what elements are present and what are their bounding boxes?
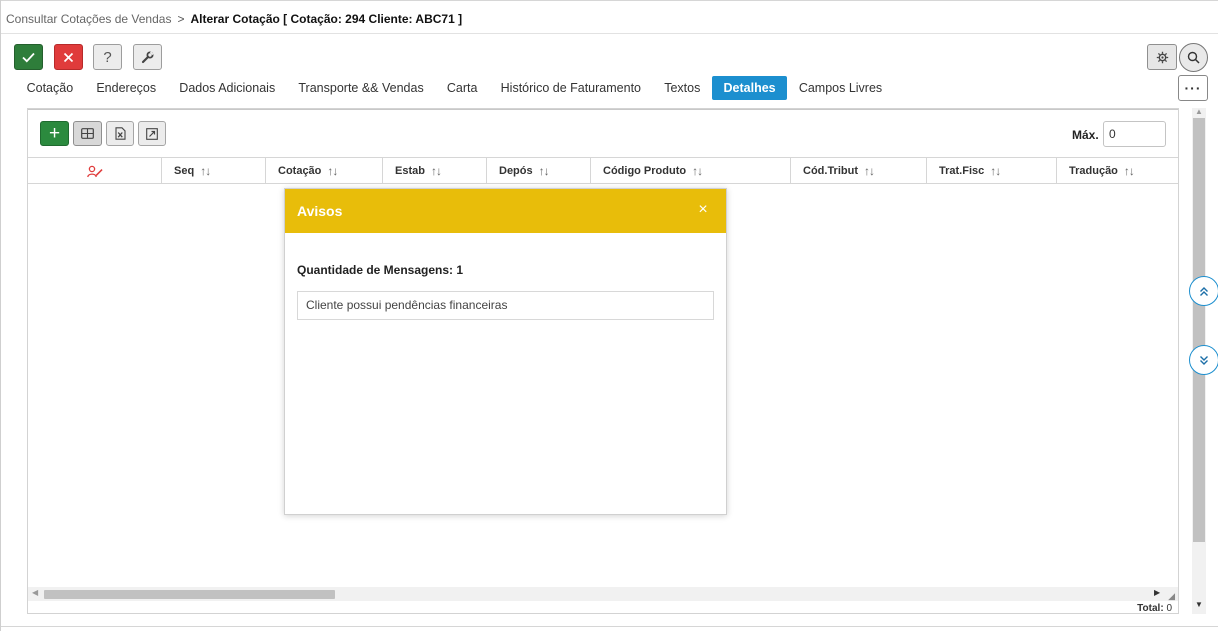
sort-icon[interactable]: ↑↓ — [692, 164, 703, 178]
total-label: Total: — [1137, 603, 1164, 614]
dialog-title: Avisos — [297, 203, 343, 219]
column-label: Depós — [499, 165, 533, 177]
max-rows-input[interactable]: 0 — [1103, 121, 1166, 147]
check-icon — [22, 52, 35, 62]
column-header-codigo-produto[interactable]: Código Produto ↑↓ — [590, 158, 790, 184]
close-icon[interactable]: × — [696, 201, 710, 219]
column-header-depos[interactable]: Depós ↑↓ — [486, 158, 590, 184]
user-edit-column-header[interactable] — [28, 158, 161, 184]
sort-icon[interactable]: ↑↓ — [431, 164, 442, 178]
confirm-button[interactable] — [14, 44, 43, 70]
horizontal-scroll-thumb[interactable] — [44, 590, 335, 599]
tools-button[interactable] — [133, 44, 162, 70]
scroll-to-bottom-button[interactable] — [1189, 345, 1218, 375]
gear-icon — [1156, 51, 1168, 63]
horizontal-scrollbar[interactable]: ◀ ▶ — [28, 587, 1178, 601]
grid-header-row: Seq ↑↓ Cotação ↑↓ Estab ↑↓ Depós ↑↓ Código P… — [28, 157, 1178, 184]
column-header-estab[interactable]: Estab ↑↓ — [382, 158, 486, 184]
grid-layout-button[interactable] — [73, 121, 102, 146]
search-icon — [1187, 51, 1200, 64]
add-row-button[interactable]: + — [40, 121, 69, 146]
tab-cotacao[interactable]: Cotação — [15, 76, 85, 100]
column-label: Trat.Fisc — [939, 165, 985, 177]
ellipsis-icon: ··· — [1184, 80, 1202, 96]
tab-bar: Cotação Endereços Dados Adicionais Trans… — [15, 76, 894, 100]
question-icon: ? — [103, 48, 112, 66]
breadcrumb: Consultar Cotações de Vendas > Alterar Cot… — [6, 12, 462, 26]
plus-icon: + — [48, 122, 61, 144]
column-label: Estab — [395, 165, 425, 177]
wrench-icon — [141, 50, 154, 63]
scroll-down-arrow[interactable]: ▼ — [1195, 600, 1203, 609]
dialog-header: Avisos × — [285, 189, 726, 233]
search-button[interactable] — [1179, 43, 1208, 72]
sort-icon[interactable]: ↑↓ — [864, 164, 875, 178]
top-border — [1, 0, 1218, 1]
sort-icon[interactable]: ↑↓ — [1124, 164, 1135, 178]
settings-button[interactable] — [1147, 44, 1177, 70]
close-icon — [63, 52, 74, 62]
message-count: Quantidade de Mensagens: 1 — [297, 263, 464, 277]
tab-historico-faturamento[interactable]: Histórico de Faturamento — [489, 76, 653, 100]
resize-grip[interactable]: ◢ — [1168, 591, 1175, 602]
scroll-to-top-button[interactable] — [1189, 276, 1218, 306]
breadcrumb-separator: > — [177, 12, 185, 26]
grid-icon — [81, 128, 94, 139]
column-label: Tradução — [1069, 165, 1118, 177]
vertical-scroll-thumb[interactable] — [1193, 118, 1205, 542]
column-label: Cód.Tribut — [803, 165, 858, 177]
tab-dados-adicionais[interactable]: Dados Adicionais — [168, 76, 287, 100]
total-count: Total: 0 — [1137, 603, 1172, 614]
column-header-trat-fisc[interactable]: Trat.Fisc ↑↓ — [926, 158, 1056, 184]
panel-top-border — [28, 109, 1178, 110]
breadcrumb-parent-link[interactable]: Consultar Cotações de Vendas — [6, 12, 171, 26]
total-value: 0 — [1166, 603, 1172, 614]
tab-campos-livres[interactable]: Campos Livres — [787, 76, 894, 100]
column-header-cotacao[interactable]: Cotação ↑↓ — [265, 158, 382, 184]
max-rows-label: Máx. — [1072, 128, 1099, 142]
tab-textos[interactable]: Textos — [653, 76, 712, 100]
column-label: Cotação — [278, 165, 322, 177]
user-edit-icon — [86, 165, 103, 177]
double-chevron-up-icon — [1200, 286, 1208, 296]
warnings-dialog: Avisos × Quantidade de Mensagens: 1 Clie… — [284, 188, 727, 515]
expand-grid-button[interactable] — [138, 121, 166, 146]
scroll-left-arrow[interactable]: ◀ — [32, 588, 38, 597]
help-button[interactable]: ? — [93, 44, 122, 70]
column-header-traducao[interactable]: Tradução ↑↓ — [1056, 158, 1178, 184]
sort-icon[interactable]: ↑↓ — [539, 164, 550, 178]
tab-carta[interactable]: Carta — [435, 76, 489, 100]
export-excel-button[interactable] — [106, 121, 134, 146]
tab-detalhes[interactable]: Detalhes — [711, 76, 788, 100]
column-header-seq[interactable]: Seq ↑↓ — [161, 158, 265, 184]
excel-icon — [114, 127, 126, 140]
app-window: Consultar Cotações de Vendas > Alterar Cot… — [0, 0, 1218, 631]
tab-enderecos[interactable]: Endereços — [85, 76, 168, 100]
more-options-button[interactable]: ··· — [1178, 75, 1208, 101]
message-item: Cliente possui pendências financeiras — [297, 291, 714, 320]
column-label: Seq — [174, 165, 195, 177]
sort-icon[interactable]: ↑↓ — [200, 164, 211, 178]
double-chevron-down-icon — [1200, 355, 1208, 365]
column-header-cod-tribut[interactable]: Cód.Tribut ↑↓ — [790, 158, 926, 184]
sort-icon[interactable]: ↑↓ — [327, 164, 338, 178]
bottom-border — [1, 626, 1218, 627]
column-label: Código Produto — [603, 165, 687, 177]
tab-transporte-vendas[interactable]: Transporte && Vendas — [287, 76, 436, 100]
breadcrumb-current: Alterar Cotação [ Cotação: 294 Cliente: … — [190, 12, 463, 26]
scroll-up-arrow[interactable]: ▲ — [1195, 107, 1203, 116]
expand-icon — [146, 127, 158, 140]
sort-icon[interactable]: ↑↓ — [990, 164, 1001, 178]
scroll-right-arrow[interactable]: ▶ — [1154, 588, 1160, 597]
cancel-button[interactable] — [54, 44, 83, 70]
header-divider — [1, 33, 1218, 34]
